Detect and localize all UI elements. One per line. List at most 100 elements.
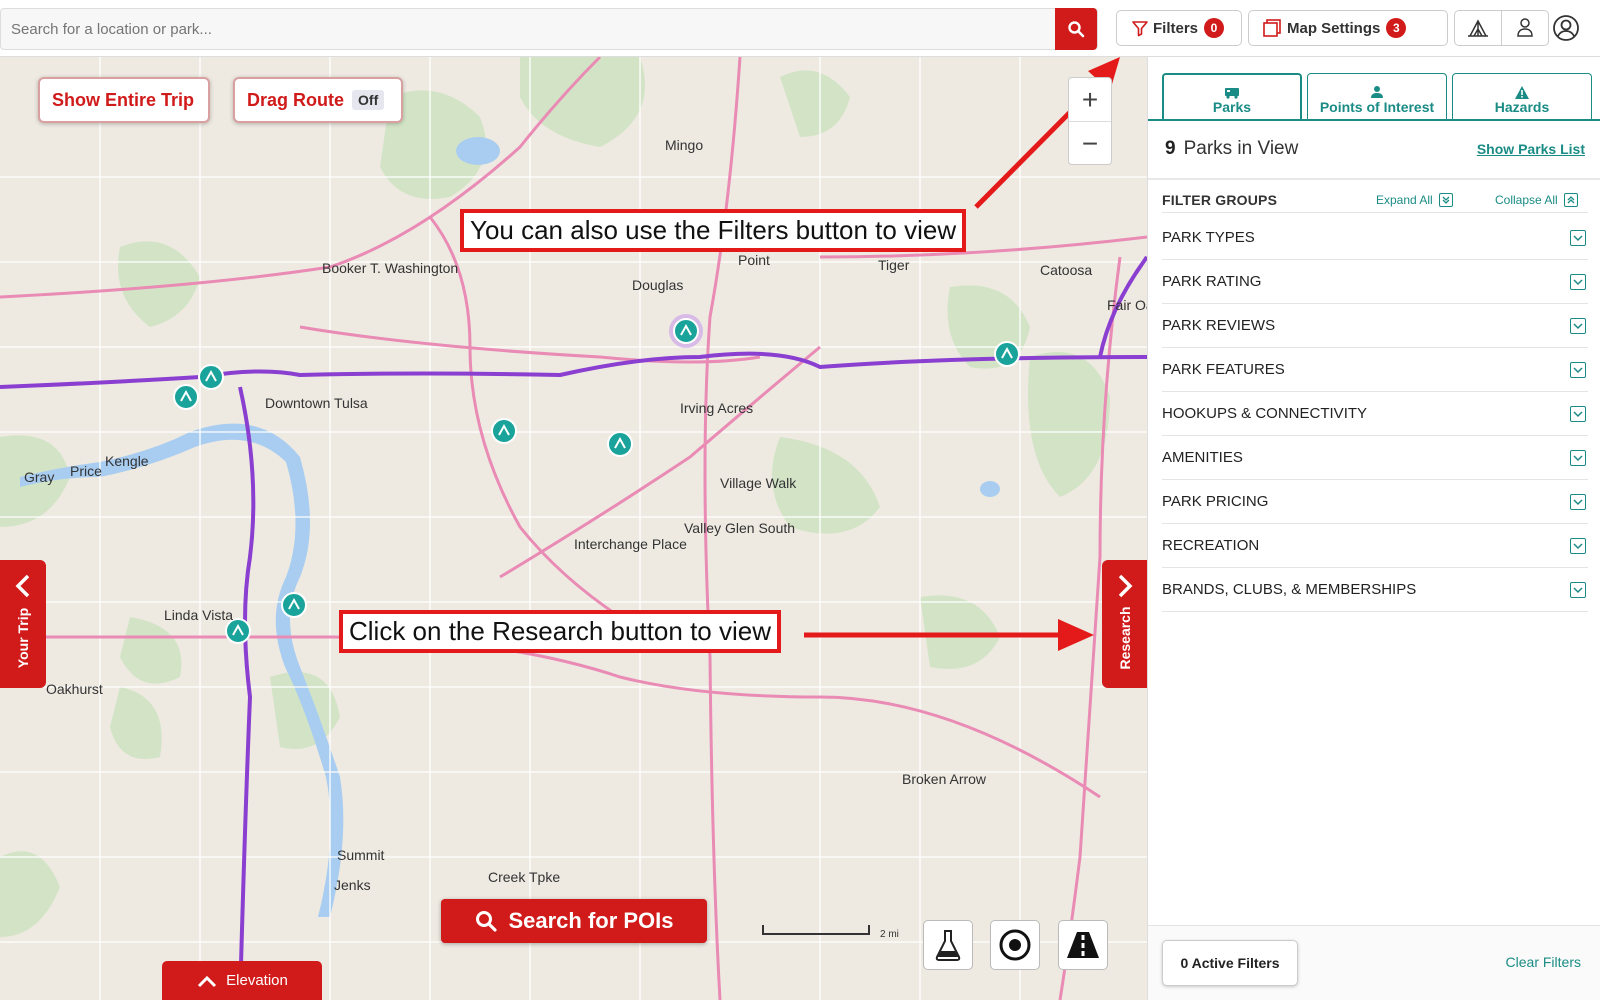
map-label: Irving Acres [680,400,754,416]
tab-parks[interactable]: Parks [1162,73,1302,120]
tab-points-of-interest[interactable]: Points of Interest [1307,73,1447,120]
tab-hazards-label: Hazards [1494,99,1550,115]
tab-hazards[interactable]: Hazards [1452,73,1592,120]
map-label: Mingo [665,137,704,153]
chevron-down-icon [1570,406,1586,422]
person-pin-icon [1371,86,1383,98]
labs-button[interactable] [923,920,973,970]
filter-group-brands[interactable]: BRANDS, CLUBS, & MEMBERSHIPS [1162,568,1588,612]
locate-me-button[interactable] [990,920,1040,970]
collapse-all-icon [1563,192,1578,207]
tab-parks-label: Parks [1212,99,1252,115]
chevron-right-icon [1118,574,1133,598]
map-label: Summit [337,847,385,863]
filter-group-list: PARK TYPES PARK RATING PARK REVIEWS PARK… [1162,216,1588,612]
clear-filters-link[interactable]: Clear Filters [1506,954,1581,970]
filter-group-park-reviews[interactable]: PARK REVIEWS [1162,304,1588,348]
chevron-up-icon [198,975,217,987]
filter-group-label: BRANDS, CLUBS, & MEMBERSHIPS [1162,581,1417,598]
map-scale-label: 2 mi [880,929,899,940]
tabs-underline [1148,119,1600,121]
search-bar [0,8,1098,50]
funnel-icon [1132,21,1148,37]
map-label: Catoosa [1040,262,1093,278]
campground-button[interactable] [1454,10,1502,46]
road-icon [1067,932,1099,958]
filter-group-park-types[interactable]: PARK TYPES [1162,216,1588,260]
road-view-button[interactable] [1058,920,1108,970]
zoom-out-button[interactable]: − [1069,122,1111,166]
map[interactable]: Downtown Tulsa Booker T. Washington Irvi… [0,57,1147,1000]
your-trip-label: Your Trip [15,607,31,669]
flask-icon [935,930,961,961]
map-label: Broken Arrow [902,771,987,787]
map-label: Fair Oaks [1107,297,1147,313]
person-pin-icon [1517,18,1533,37]
active-filters-button[interactable]: 0 Active Filters [1162,940,1298,986]
top-bar: Filters 0 Map Settings 3 [0,0,1600,57]
panel-footer: 0 Active Filters Clear Filters [1148,925,1600,1000]
filter-group-park-rating[interactable]: PARK RATING [1162,260,1588,304]
elevation-button[interactable]: Elevation [162,961,322,1000]
search-button[interactable] [1055,8,1097,50]
elevation-label: Elevation [226,972,288,989]
map-label: Valley Glen South [684,520,796,536]
filter-group-park-pricing[interactable]: PARK PRICING [1162,480,1588,524]
map-label: Gray [24,469,55,485]
chevron-down-icon [1570,274,1586,290]
research-tab[interactable]: Research [1102,560,1147,688]
panel-tabs: Parks Points of Interest Hazards [1162,73,1592,120]
map-settings-count-badge: 3 [1386,18,1407,38]
locate-icon [999,929,1031,961]
filter-group-label: PARK PRICING [1162,493,1269,510]
collapse-all-button[interactable]: Collapse All [1495,192,1578,207]
zoom-in-button[interactable]: + [1069,78,1111,122]
parks-count: 9 [1165,138,1176,159]
chevron-left-icon [15,574,30,598]
filter-group-label: RECREATION [1162,537,1260,554]
filter-group-hookups[interactable]: HOOKUPS & CONNECTIVITY [1162,392,1588,436]
map-label: Tiger [878,257,910,273]
filter-group-label: AMENITIES [1162,449,1243,466]
filter-panel: Parks Points of Interest Hazards 9 Parks… [1147,57,1600,1000]
warning-icon [1515,86,1529,99]
chevron-down-icon [1570,362,1586,378]
filters-button[interactable]: Filters 0 [1116,10,1242,46]
tab-poi-label: Points of Interest [1319,99,1435,115]
map-label: Downtown Tulsa [265,395,368,411]
expand-all-button[interactable]: Expand All [1376,192,1453,207]
show-parks-list-link[interactable]: Show Parks List [1477,141,1585,157]
zoom-control: + − [1068,77,1112,165]
filter-group-label: PARK FEATURES [1162,361,1285,378]
filter-group-amenities[interactable]: AMENITIES [1162,436,1588,480]
poi-button[interactable] [1501,10,1549,46]
account-button[interactable] [1548,10,1584,46]
chevron-down-icon [1570,230,1586,246]
filter-group-park-features[interactable]: PARK FEATURES [1162,348,1588,392]
filter-groups-title: FILTER GROUPS [1162,191,1278,208]
chevron-down-icon [1570,582,1586,598]
user-account-icon [1553,15,1579,41]
filter-group-label: PARK REVIEWS [1162,317,1276,334]
search-input[interactable] [1,9,1056,49]
map-label: Oakhurst [46,681,103,697]
tent-icon [1468,19,1488,37]
map-label: Linda Vista [164,607,234,623]
your-trip-tab[interactable]: Your Trip [0,560,46,688]
show-entire-trip-button[interactable]: Show Entire Trip [38,77,210,123]
divider [1148,178,1600,180]
filter-group-recreation[interactable]: RECREATION [1162,524,1588,568]
map-label: Village Walk [720,475,797,491]
annotation-filters: You can also use the Filters button to v… [460,209,967,252]
map-label: Booker T. Washington [322,260,459,276]
search-pois-button[interactable]: Search for POIs [441,899,707,943]
map-settings-button[interactable]: Map Settings 3 [1248,10,1448,46]
research-label: Research [1117,606,1133,670]
filters-label: Filters [1153,19,1199,37]
chevron-down-icon [1570,494,1586,510]
drag-route-label: Drag Route [247,89,345,110]
map-label: Price [70,463,102,479]
drag-route-button[interactable]: Drag Route Off [233,77,403,123]
filter-group-label: PARK RATING [1162,273,1262,290]
filter-groups-header: FILTER GROUPS Expand All Collapse All [1162,187,1588,213]
